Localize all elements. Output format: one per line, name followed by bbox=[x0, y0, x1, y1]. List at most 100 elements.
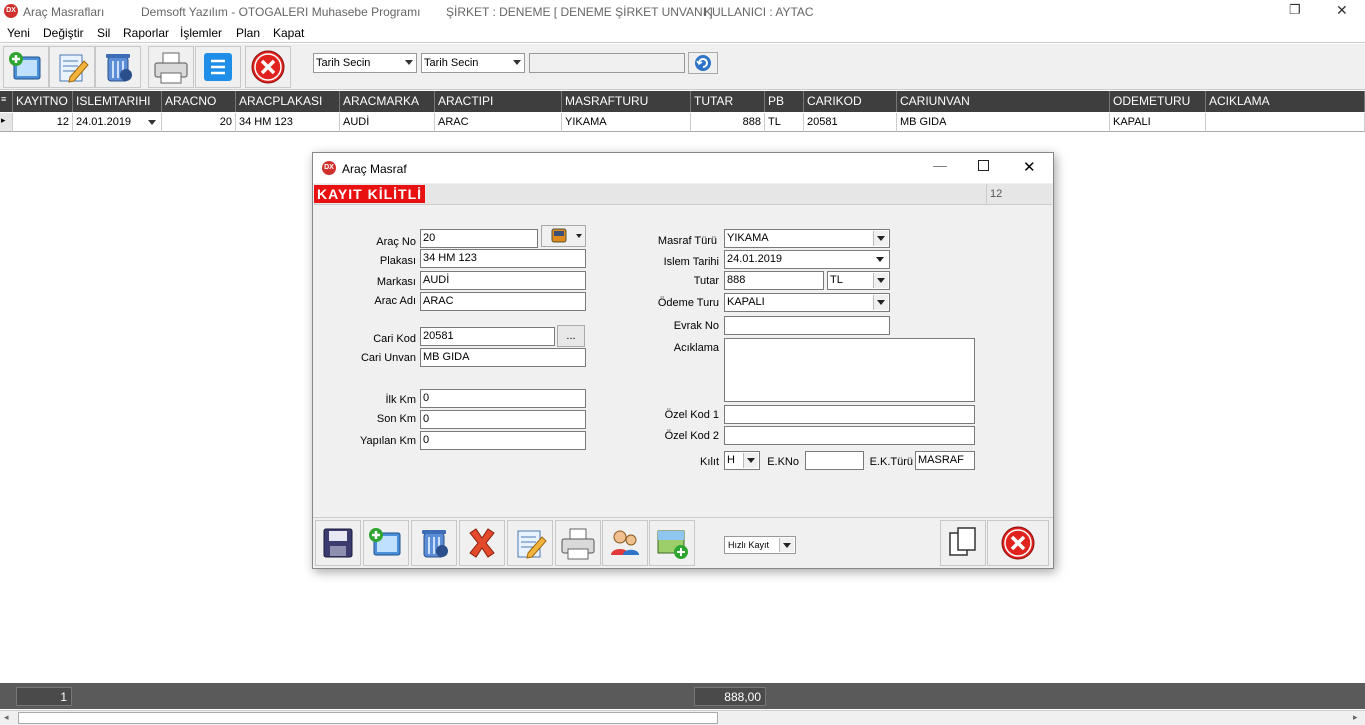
dialog-print-button[interactable] bbox=[555, 520, 601, 566]
chevron-down-icon[interactable] bbox=[873, 231, 888, 246]
masraf-turu-select[interactable]: YIKAMA bbox=[724, 229, 890, 248]
islem-tarihi-select[interactable]: 24.01.2019 bbox=[724, 250, 890, 269]
scroll-left-icon[interactable]: ◂ bbox=[4, 712, 9, 723]
col-aracno[interactable]: ARACNO bbox=[162, 91, 236, 112]
maximize-icon[interactable] bbox=[978, 160, 989, 171]
cell-kayitno[interactable]: 12 bbox=[13, 113, 73, 132]
cari-kod-input[interactable]: 20581 bbox=[420, 327, 555, 346]
horizontal-scrollbar[interactable]: ◂ ▸ bbox=[0, 710, 1365, 725]
odeme-turu-select[interactable]: KAPALI bbox=[724, 293, 890, 312]
edit-button[interactable] bbox=[49, 46, 95, 88]
tutar-input[interactable]: 888 bbox=[724, 271, 824, 290]
dialog-close-icon[interactable]: ✕ bbox=[1023, 158, 1036, 176]
marka-input[interactable]: AUDİ bbox=[420, 271, 586, 290]
date-start-select[interactable]: Tarih Secin bbox=[313, 53, 417, 73]
vendor-title: Demsoft Yazılım - OTOGALERI Muhasebe Pro… bbox=[141, 5, 421, 19]
menu-degistir[interactable]: Değiştir bbox=[43, 26, 84, 40]
col-tutar[interactable]: TUTAR bbox=[691, 91, 765, 112]
col-aracplakasi[interactable]: ARACPLAKASI bbox=[236, 91, 340, 112]
grid-footer: 1 888,00 bbox=[0, 683, 1365, 709]
col-carikod[interactable]: CARIKOD bbox=[804, 91, 897, 112]
cell-islemtarihi[interactable]: 24.01.2019 bbox=[73, 113, 162, 132]
chevron-down-icon[interactable] bbox=[148, 120, 156, 125]
ozel-kod1-input[interactable] bbox=[724, 405, 975, 424]
cari-lookup-button[interactable]: ... bbox=[557, 325, 585, 347]
col-aracmarka[interactable]: ARACMARKA bbox=[340, 91, 435, 112]
cell-aracno[interactable]: 20 bbox=[162, 113, 236, 132]
col-aciklama[interactable]: ACIKLAMA bbox=[1206, 91, 1365, 112]
ozel-kod2-input[interactable] bbox=[724, 426, 975, 445]
chevron-down-icon[interactable] bbox=[873, 295, 888, 310]
restore-window-icon[interactable]: ❐ bbox=[1289, 2, 1301, 18]
cancel-button[interactable] bbox=[459, 520, 505, 566]
arac-adi-input[interactable]: ARAC bbox=[420, 292, 586, 311]
col-masrafturu[interactable]: MASRAFTURU bbox=[562, 91, 691, 112]
col-cariunvan[interactable]: CARIUNVAN bbox=[897, 91, 1110, 112]
chevron-down-icon[interactable] bbox=[873, 252, 888, 267]
ekno-input[interactable] bbox=[805, 451, 864, 470]
copy-button[interactable] bbox=[940, 520, 986, 566]
cell-masrafturu[interactable]: YIKAMA bbox=[562, 113, 691, 132]
delete-button[interactable] bbox=[95, 46, 141, 88]
col-odemeturu[interactable]: ODEMETURU bbox=[1110, 91, 1206, 112]
col-pb[interactable]: PB bbox=[765, 91, 804, 112]
cell-tutar[interactable]: 888 bbox=[691, 113, 765, 132]
lock-banner: KAYIT KİLİTLİ bbox=[314, 185, 426, 203]
menu-plan[interactable]: Plan bbox=[236, 26, 260, 40]
refresh-button[interactable] bbox=[688, 52, 718, 74]
list-button[interactable] bbox=[195, 46, 241, 88]
dialog-edit-button[interactable] bbox=[507, 520, 553, 566]
menu-islemler[interactable]: İşlemler bbox=[180, 26, 222, 40]
search-input[interactable] bbox=[529, 53, 685, 73]
close-button[interactable] bbox=[245, 46, 291, 88]
scrollbar-thumb[interactable] bbox=[18, 712, 718, 724]
dialog-delete-button[interactable] bbox=[411, 520, 457, 566]
chevron-down-icon[interactable] bbox=[779, 538, 794, 552]
add-record-button[interactable] bbox=[3, 46, 49, 88]
close-window-icon[interactable]: ✕ bbox=[1336, 2, 1348, 19]
menu-yeni[interactable]: Yeni bbox=[7, 26, 30, 40]
cell-aracplakasi[interactable]: 34 HM 123 bbox=[236, 113, 340, 132]
cell-aractipi[interactable]: ARAC bbox=[435, 113, 562, 132]
row-indicator[interactable]: ▸ bbox=[0, 113, 13, 132]
cari-unvan-input[interactable]: MB GIDA bbox=[420, 348, 586, 367]
dialog-add-button[interactable] bbox=[363, 520, 409, 566]
cross-icon bbox=[469, 528, 495, 558]
ekturu-input[interactable]: MASRAF bbox=[915, 451, 975, 470]
islem-tarihi-value: 24.01.2019 bbox=[727, 253, 783, 265]
chevron-down-icon[interactable] bbox=[743, 453, 758, 468]
cell-pb[interactable]: TL bbox=[765, 113, 804, 132]
menu-kapat[interactable]: Kapat bbox=[273, 26, 304, 40]
vehicle-picker-button[interactable] bbox=[541, 225, 586, 247]
son-km-input[interactable]: 0 bbox=[420, 410, 586, 429]
kilit-select[interactable]: H bbox=[724, 451, 760, 470]
col-aractipi[interactable]: ARACTIPI bbox=[435, 91, 562, 112]
users-button[interactable] bbox=[602, 520, 648, 566]
save-button[interactable] bbox=[315, 520, 361, 566]
date-end-select[interactable]: Tarih Secin bbox=[421, 53, 525, 73]
menu-sil[interactable]: Sil bbox=[97, 26, 110, 40]
scroll-right-icon[interactable]: ▸ bbox=[1353, 712, 1358, 723]
menu-raporlar[interactable]: Raporlar bbox=[123, 26, 169, 40]
plaka-input[interactable]: 34 HM 123 bbox=[420, 249, 586, 268]
hizli-kayit-select[interactable]: Hızlı Kayıt bbox=[724, 536, 796, 554]
col-kayitno[interactable]: KAYITNO bbox=[13, 91, 73, 112]
arac-no-input[interactable]: 20 bbox=[420, 229, 538, 248]
cell-aciklama[interactable] bbox=[1206, 113, 1365, 132]
cell-carikod[interactable]: 20581 bbox=[804, 113, 897, 132]
ilk-km-input[interactable]: 0 bbox=[420, 389, 586, 408]
minimize-icon[interactable]: — bbox=[933, 157, 947, 173]
add-image-button[interactable] bbox=[649, 520, 695, 566]
currency-select[interactable]: TL bbox=[827, 271, 890, 290]
cell-aracmarka[interactable]: AUDİ bbox=[340, 113, 435, 132]
dialog-close-button[interactable] bbox=[987, 520, 1049, 566]
col-islemtarihi[interactable]: ISLEMTARIHI bbox=[73, 91, 162, 112]
aciklama-textarea[interactable] bbox=[724, 338, 975, 402]
print-button[interactable] bbox=[148, 46, 194, 88]
yapilan-km-input[interactable]: 0 bbox=[420, 431, 586, 450]
evrak-no-input[interactable] bbox=[724, 316, 890, 335]
cell-odemeturu[interactable]: KAPALI bbox=[1110, 113, 1206, 132]
chevron-down-icon[interactable] bbox=[873, 273, 888, 288]
chevron-down-icon bbox=[405, 60, 413, 65]
cell-cariunvan[interactable]: MB GIDA bbox=[897, 113, 1110, 132]
